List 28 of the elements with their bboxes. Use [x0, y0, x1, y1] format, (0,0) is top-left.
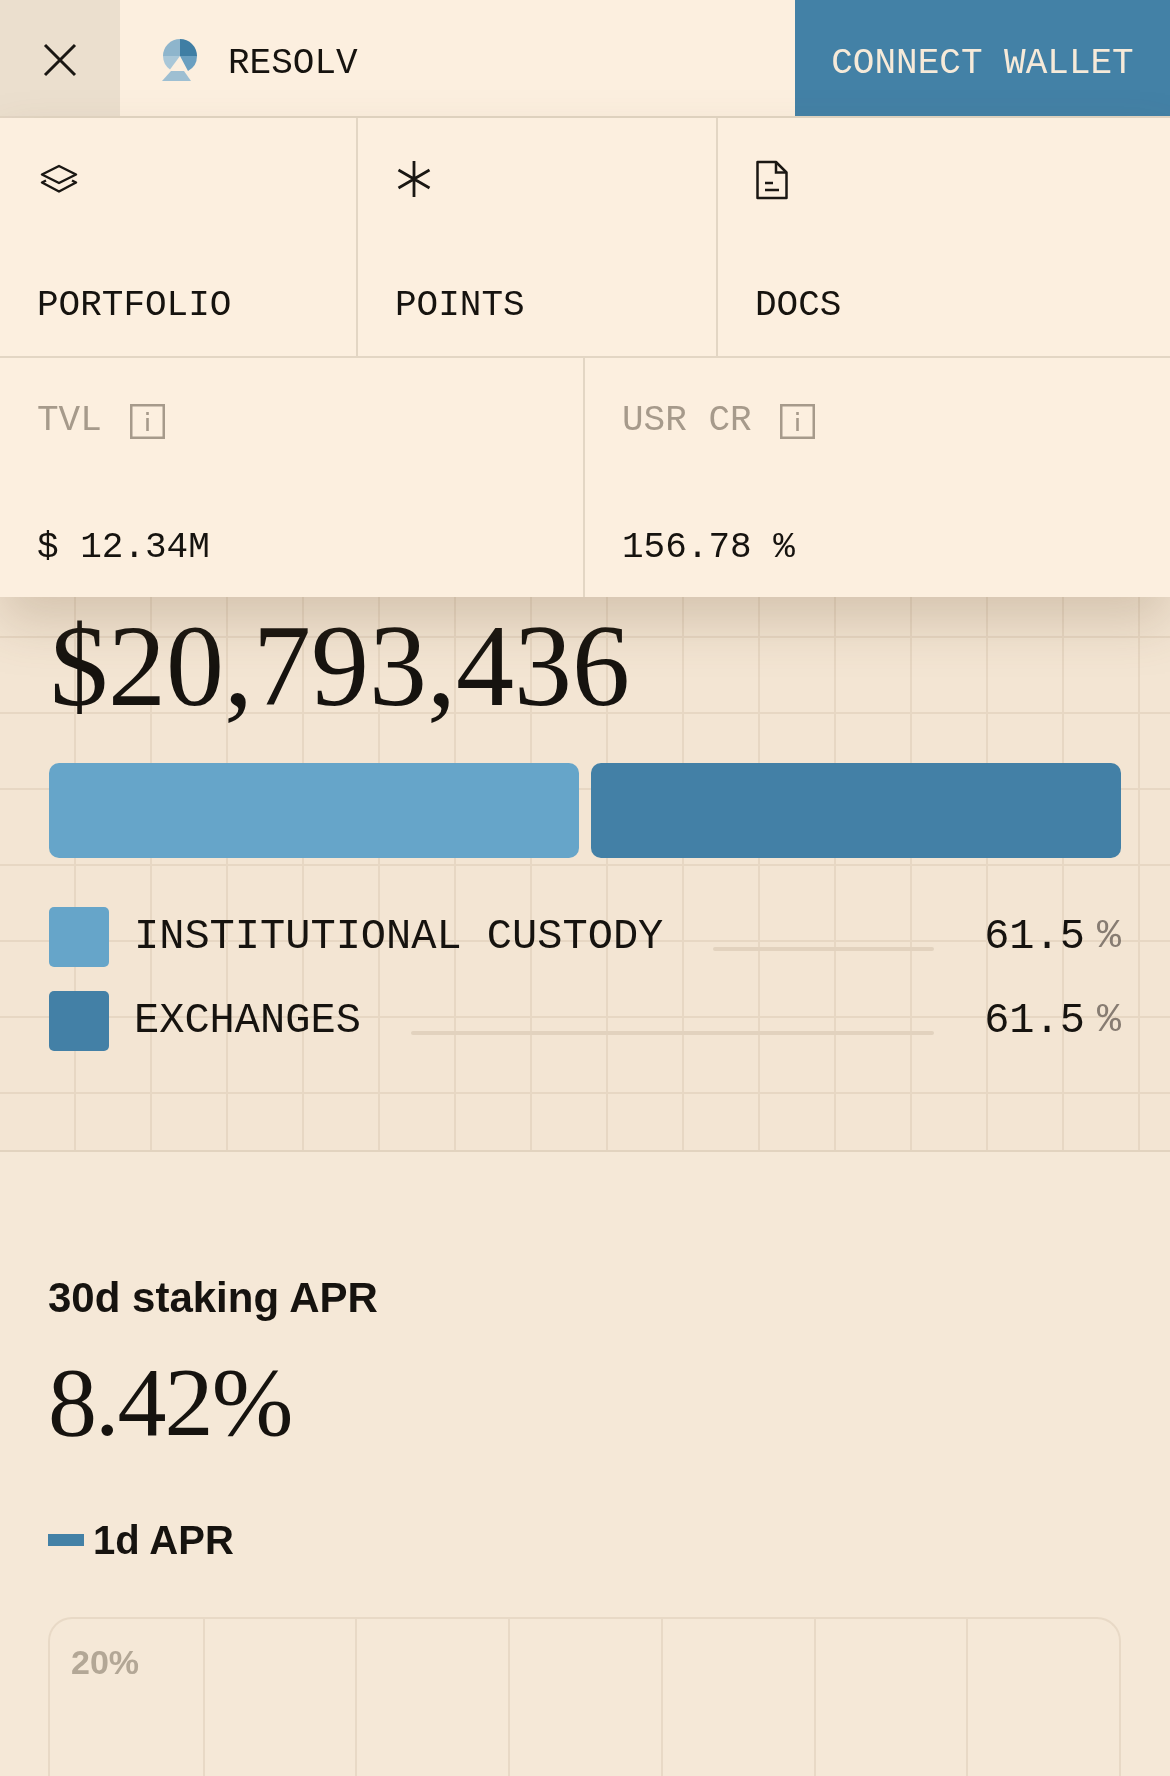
- swatch-icon: [48, 1534, 84, 1546]
- brand-name: RESOLV: [228, 42, 358, 82]
- nav-tile[interactable]: POINTS: [358, 118, 718, 356]
- close-button[interactable]: [0, 0, 120, 116]
- percent-unit: %: [1097, 916, 1121, 957]
- stat-value: 156.78 %: [622, 530, 795, 566]
- percent-unit: %: [1097, 1000, 1121, 1041]
- apr-value: 8.42%: [48, 1353, 293, 1451]
- stat-label: TVL: [37, 403, 102, 439]
- info-icon[interactable]: [779, 403, 815, 439]
- connect-wallet-button[interactable]: CONNECT WALLET: [795, 0, 1170, 116]
- nav-tile[interactable]: PORTFOLIO: [0, 118, 358, 356]
- total-amount: $20,793,436: [50, 602, 630, 731]
- stat-label: USR CR: [622, 403, 752, 439]
- legend-label: 1d APR: [93, 1520, 234, 1560]
- nav-tile[interactable]: DOCS: [718, 118, 1170, 356]
- close-icon: [43, 43, 77, 77]
- layers-icon: [39, 164, 79, 194]
- section-title: 30d staking APR: [48, 1273, 378, 1323]
- stat-value: $ 12.34M: [37, 530, 210, 566]
- legend-label: INSTITUTIONAL CUSTODY: [134, 915, 664, 958]
- legend-label: EXCHANGES: [134, 999, 361, 1042]
- percent-value: 61.5: [984, 999, 1085, 1042]
- axis-label: 20%: [71, 1643, 140, 1681]
- percent-value: 61.5: [984, 915, 1085, 958]
- info-icon[interactable]: [129, 403, 165, 439]
- asterisk-icon: [395, 160, 433, 198]
- document-icon: [755, 160, 789, 200]
